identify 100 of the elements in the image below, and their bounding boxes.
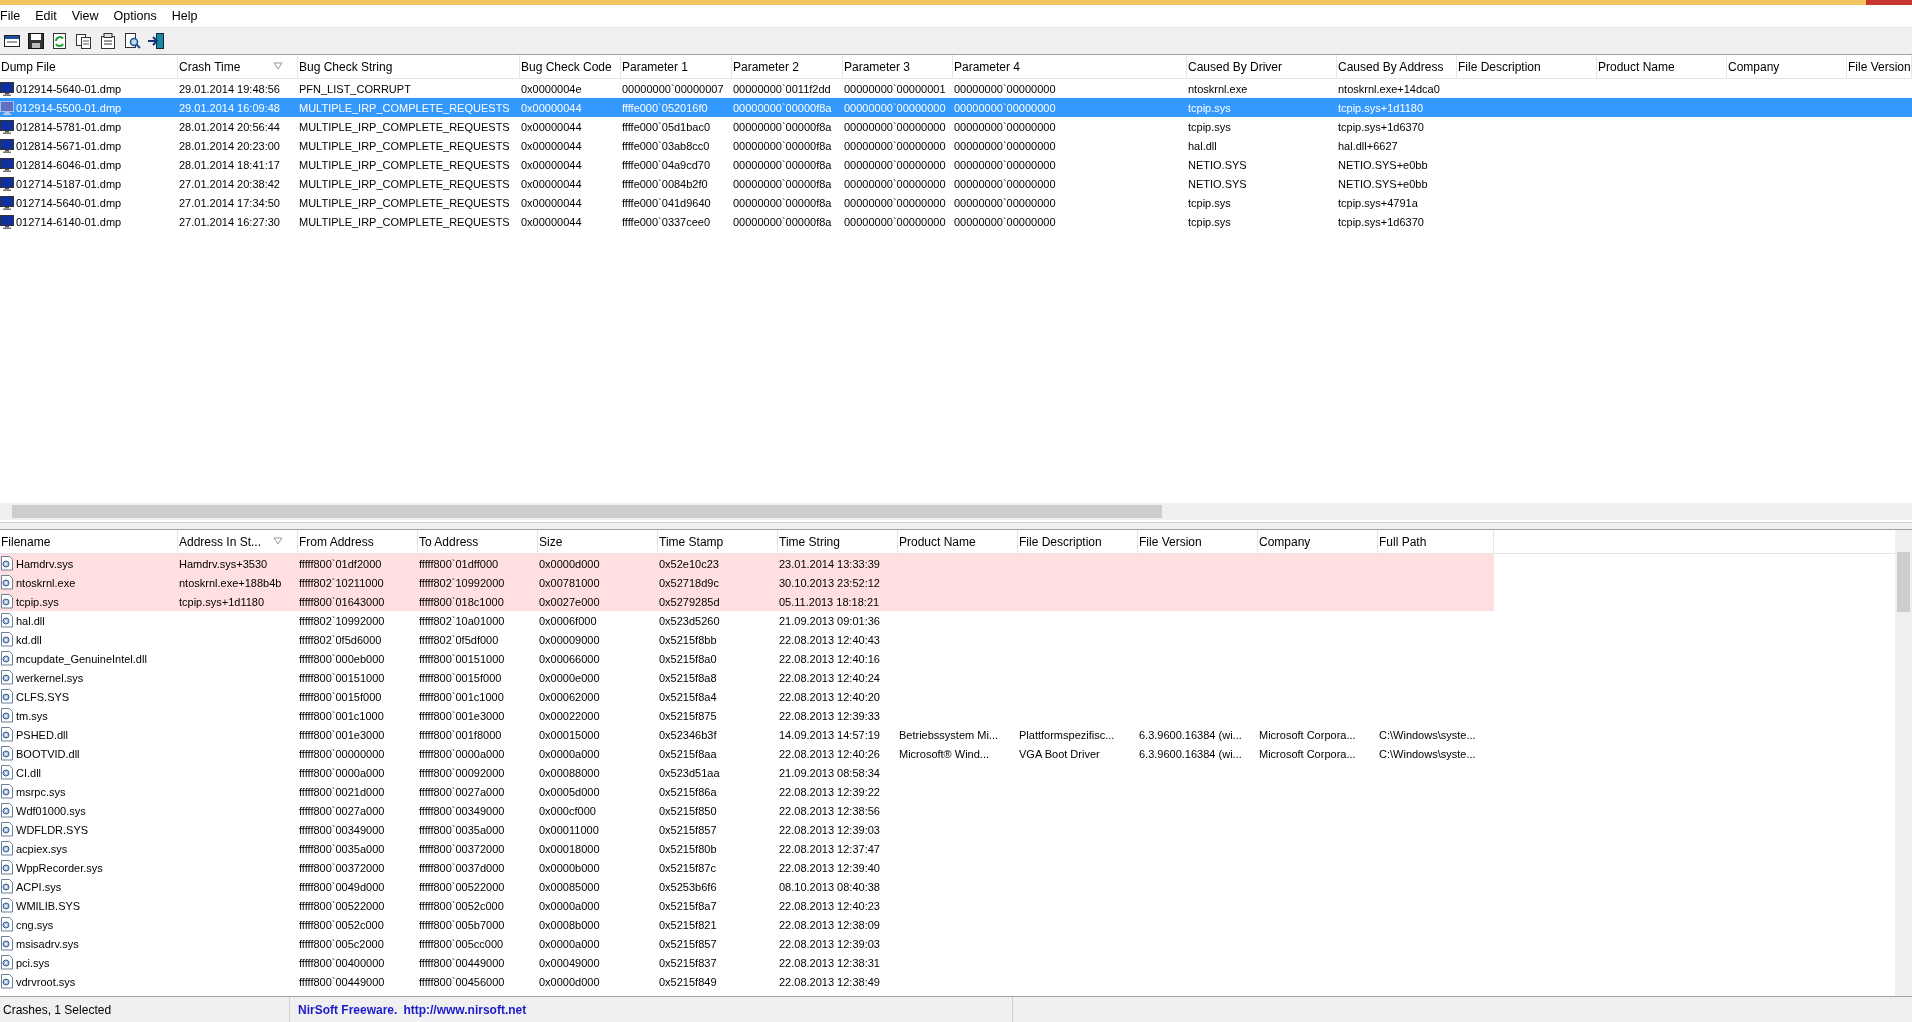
website-link[interactable]: http://www.nirsoft.net [403, 1002, 527, 1017]
table-row[interactable]: pci.sys fffff800`00400000 fffff800`00449000 0x00049000 0x5215f837 22.08.2013 12:38:31 [0, 953, 1494, 972]
table-cell: fffff800`0027a000 [419, 785, 505, 798]
table-cell: tcpip.sys+4791a [1338, 196, 1418, 209]
toolbar-button[interactable] [26, 30, 46, 52]
table-row[interactable]: 012814-5781-01.dmp 28.01.2014 20:56:44 MULTIPLE_IRP_COMPLETE_REQUESTS 0x00000044 ffffe000`05d1bac0 00000000`00000f8a 00000000`00000000 00000000`00000000 tcpip.sys tcpip.sys+1d6370 [0, 117, 1912, 136]
column-header[interactable]: To Address [418, 530, 538, 553]
table-cell: C:\Windows\syste... [1379, 728, 1476, 741]
toolbar-button[interactable] [98, 30, 118, 52]
table-cell: 0x0027e000 [539, 595, 600, 608]
column-header[interactable]: Dump File [0, 55, 178, 78]
table-cell: fffff800`0037d000 [419, 861, 505, 874]
table-cell: hal.dll+6627 [1338, 139, 1398, 152]
table-cell: fffff800`00449000 [419, 956, 505, 969]
column-header[interactable]: Product Name [1597, 55, 1727, 78]
column-header[interactable]: Parameter 2 [732, 55, 843, 78]
table-row[interactable]: PSHED.dll fffff800`001e3000 fffff800`001f8000 0x00015000 0x52346b3f 14.09.2013 14:57:19 Betriebssystem Mi... Plattformspezifisc... 6.3.9600.16384 (wi... Microsoft Corpora... C:\Windows\syste... [0, 725, 1494, 744]
table-cell: 28.01.2014 18:41:17 [179, 158, 280, 171]
column-header[interactable]: File Version [1847, 55, 1912, 78]
table-cell: WDFLDR.SYS [16, 823, 89, 836]
table-row[interactable]: CI.dll fffff800`0000a000 fffff800`00092000 0x00088000 0x523d51aa 21.09.2013 08:58:34 [0, 763, 1494, 782]
table-cell: WMILIB.SYS [16, 899, 81, 912]
table-row[interactable]: msrpc.sys fffff800`0021d000 fffff800`0027a000 0x0005d000 0x5215f86a 22.08.2013 12:39:22 [0, 782, 1494, 801]
table-row[interactable]: cng.sys fffff800`0052c000 fffff800`005b7000 0x0008b000 0x5215f821 22.08.2013 12:38:09 [0, 915, 1494, 934]
table-cell: ntoskrnl.exe [1188, 82, 1248, 95]
column-header[interactable]: Parameter 1 [621, 55, 732, 78]
table-cell: Hamdrv.sys+3530 [179, 557, 268, 570]
column-header[interactable]: File Description [1018, 530, 1138, 553]
table-cell: MULTIPLE_IRP_COMPLETE_REQUESTS [299, 158, 510, 171]
table-row[interactable]: CLFS.SYS fffff800`0015f000 fffff800`001c1000 0x00062000 0x5215f8a4 22.08.2013 12:40:20 [0, 687, 1494, 706]
column-header[interactable]: Filename [0, 530, 178, 553]
column-header[interactable]: Caused By Address [1337, 55, 1457, 78]
table-row[interactable]: Wdf01000.sys fffff800`0027a000 fffff800`00349000 0x000cf000 0x5215f850 22.08.2013 12:38:56 [0, 801, 1494, 820]
table-cell: 00000000`00000000 [954, 158, 1056, 171]
table-cell: fffff800`005c2000 [299, 937, 384, 950]
column-header[interactable]: Caused By Driver [1187, 55, 1337, 78]
table-row[interactable]: vdrvroot.sys fffff800`00449000 fffff800`00456000 0x0000d000 0x5215f849 22.08.2013 12:38:49 [0, 972, 1494, 991]
table-cell: 27.01.2014 17:34:50 [179, 196, 280, 209]
table-cell: 0x0000a000 [539, 899, 600, 912]
table-row[interactable]: WDFLDR.SYS fffff800`00349000 fffff800`0035a000 0x00011000 0x5215f857 22.08.2013 12:39:03 [0, 820, 1494, 839]
table-cell: hal.dll [16, 614, 45, 627]
column-header[interactable]: Product Name [898, 530, 1018, 553]
table-row[interactable]: WppRecorder.sys fffff800`00372000 fffff800`0037d000 0x0000b000 0x5215f87c 22.08.2013 12:39:40 [0, 858, 1494, 877]
table-row[interactable]: kd.dll fffff802`0f5d6000 fffff802`0f5df000 0x00009000 0x5215f8bb 22.08.2013 12:40:43 [0, 630, 1494, 649]
column-header[interactable]: Crash Time [178, 55, 298, 78]
column-header[interactable]: Address In St... [178, 530, 298, 553]
scrollbar-thumb[interactable] [1897, 552, 1910, 612]
vertical-scrollbar[interactable] [1895, 530, 1912, 996]
menu-item[interactable]: Edit [35, 9, 66, 23]
horizontal-scrollbar[interactable] [0, 503, 1912, 520]
menu-item[interactable]: File [0, 9, 30, 23]
column-header[interactable]: Company [1727, 55, 1847, 78]
table-row[interactable]: 012714-6140-01.dmp 27.01.2014 16:27:30 MULTIPLE_IRP_COMPLETE_REQUESTS 0x00000044 ffffe000`0337cee0 00000000`00000f8a 00000000`00000000 00000000`00000000 tcpip.sys tcpip.sys+1d6370 [0, 212, 1912, 231]
column-header[interactable]: Company [1258, 530, 1378, 553]
table-cell: 22.08.2013 12:39:33 [779, 709, 880, 722]
column-header[interactable]: Bug Check Code [520, 55, 621, 78]
table-cell: MULTIPLE_IRP_COMPLETE_REQUESTS [299, 120, 510, 133]
table-row[interactable]: 012714-5187-01.dmp 27.01.2014 20:38:42 MULTIPLE_IRP_COMPLETE_REQUESTS 0x00000044 ffffe000`0084b2f0 00000000`00000f8a 00000000`00000000 00000000`00000000 NETIO.SYS NETIO.SYS+e0bb [0, 174, 1912, 193]
menu-item[interactable]: Help [171, 9, 207, 23]
column-header[interactable]: Bug Check String [298, 55, 520, 78]
table-cell: 0x00085000 [539, 880, 600, 893]
column-header[interactable]: Parameter 3 [843, 55, 953, 78]
table-row[interactable]: acpiex.sys fffff800`0035a000 fffff800`00372000 0x00018000 0x5215f80b 22.08.2013 12:37:47 [0, 839, 1494, 858]
table-cell: Microsoft Corpora... [1259, 747, 1356, 760]
table-cell: 00000000`00000000 [844, 139, 946, 152]
table-row[interactable]: tcpip.sys tcpip.sys+1d1180 fffff800`01643000 fffff800`018c1000 0x0027e000 0x5279285d 05.11.2013 18:18:21 [0, 592, 1494, 611]
column-header[interactable]: File Description [1457, 55, 1597, 78]
menu-item[interactable]: View [71, 9, 108, 23]
table-cell: 22.08.2013 12:38:09 [779, 918, 880, 931]
table-row[interactable]: mcupdate_GenuineIntel.dll fffff800`000eb000 fffff800`00151000 0x00066000 0x5215f8a0 22.08.2013 12:40:16 [0, 649, 1494, 668]
table-row[interactable]: 012914-5640-01.dmp 29.01.2014 19:48:56 PFN_LIST_CORRUPT 0x0000004e 00000000`00000007 00000000`0011f2dd 00000000`00000001 00000000`00000000 ntoskrnl.exe ntoskrnl.exe+14dca0 [0, 79, 1912, 98]
table-row[interactable]: 012814-6046-01.dmp 28.01.2014 18:41:17 MULTIPLE_IRP_COMPLETE_REQUESTS 0x00000044 ffffe000`04a9cd70 00000000`00000f8a 00000000`00000000 00000000`00000000 NETIO.SYS NETIO.SYS+e0bb [0, 155, 1912, 174]
table-row[interactable]: ntoskrnl.exe ntoskrnl.exe+188b4b fffff802`10211000 fffff802`10992000 0x00781000 0x52718d9c 30.10.2013 23:52:12 [0, 573, 1494, 592]
toolbar-button[interactable] [146, 30, 166, 52]
table-cell: fffff800`005b7000 [419, 918, 505, 931]
column-header[interactable]: Parameter 4 [953, 55, 1187, 78]
table-cell: pci.sys [16, 956, 50, 969]
column-header[interactable]: Full Path [1378, 530, 1494, 553]
table-row[interactable]: 012814-5671-01.dmp 28.01.2014 20:23:00 MULTIPLE_IRP_COMPLETE_REQUESTS 0x00000044 ffffe000`03ab8cc0 00000000`00000f8a 00000000`00000000 00000000`00000000 hal.dll hal.dll+6627 [0, 136, 1912, 155]
column-header[interactable]: File Version [1138, 530, 1258, 553]
table-row[interactable]: WMILIB.SYS fffff800`00522000 fffff800`0052c000 0x0000a000 0x5215f8a7 22.08.2013 12:40:23 [0, 896, 1494, 915]
scrollbar-thumb[interactable] [12, 505, 1162, 518]
table-row[interactable]: tm.sys fffff800`001c1000 fffff800`001e3000 0x00022000 0x5215f875 22.08.2013 12:39:33 [0, 706, 1494, 725]
table-row[interactable]: werkernel.sys fffff800`00151000 fffff800`0015f000 0x0000e000 0x5215f8a8 22.08.2013 12:40:24 [0, 668, 1494, 687]
column-header[interactable]: Time Stamp [658, 530, 778, 553]
table-row[interactable]: BOOTVID.dll fffff800`00000000 fffff800`0000a000 0x0000a000 0x5215f8aa 22.08.2013 12:40:26 Microsoft® Wind... VGA Boot Driver 6.3.9600.16384 (wi... Microsoft Corpora... C:\Windows\syste... [0, 744, 1494, 763]
column-header[interactable]: Time String [778, 530, 898, 553]
table-row[interactable]: hal.dll fffff802`10992000 fffff802`10a01000 0x0006f000 0x523d5260 21.09.2013 09:01:36 [0, 611, 1494, 630]
table-cell: 00000000`00000000 [954, 82, 1056, 95]
table-row[interactable]: Hamdrv.sys Hamdrv.sys+3530 fffff800`01df2000 fffff800`01dff000 0x0000d000 0x52e10c23 23.01.2014 13:33:39 [0, 554, 1494, 573]
table-row[interactable]: msisadrv.sys fffff800`005c2000 fffff800`005cc000 0x0000a000 0x5215f857 22.08.2013 12:39:03 [0, 934, 1494, 953]
table-row[interactable]: ACPI.sys fffff800`0049d000 fffff800`00522000 0x00085000 0x5253b6f6 08.10.2013 08:40:38 [0, 877, 1494, 896]
table-cell: Plattformspezifisc... [1019, 728, 1115, 741]
table-cell: 6.3.9600.16384 (wi... [1139, 728, 1242, 741]
menu-item[interactable]: Options [113, 9, 166, 23]
table-cell: 0x00088000 [539, 766, 600, 779]
column-header[interactable]: From Address [298, 530, 418, 553]
table-row[interactable]: 012714-5640-01.dmp 27.01.2014 17:34:50 MULTIPLE_IRP_COMPLETE_REQUESTS 0x00000044 ffffe000`041d9640 00000000`00000f8a 00000000`00000000 00000000`00000000 tcpip.sys tcpip.sys+4791a [0, 193, 1912, 212]
column-header[interactable]: Size [538, 530, 658, 553]
table-cell: Wdf01000.sys [16, 804, 86, 817]
